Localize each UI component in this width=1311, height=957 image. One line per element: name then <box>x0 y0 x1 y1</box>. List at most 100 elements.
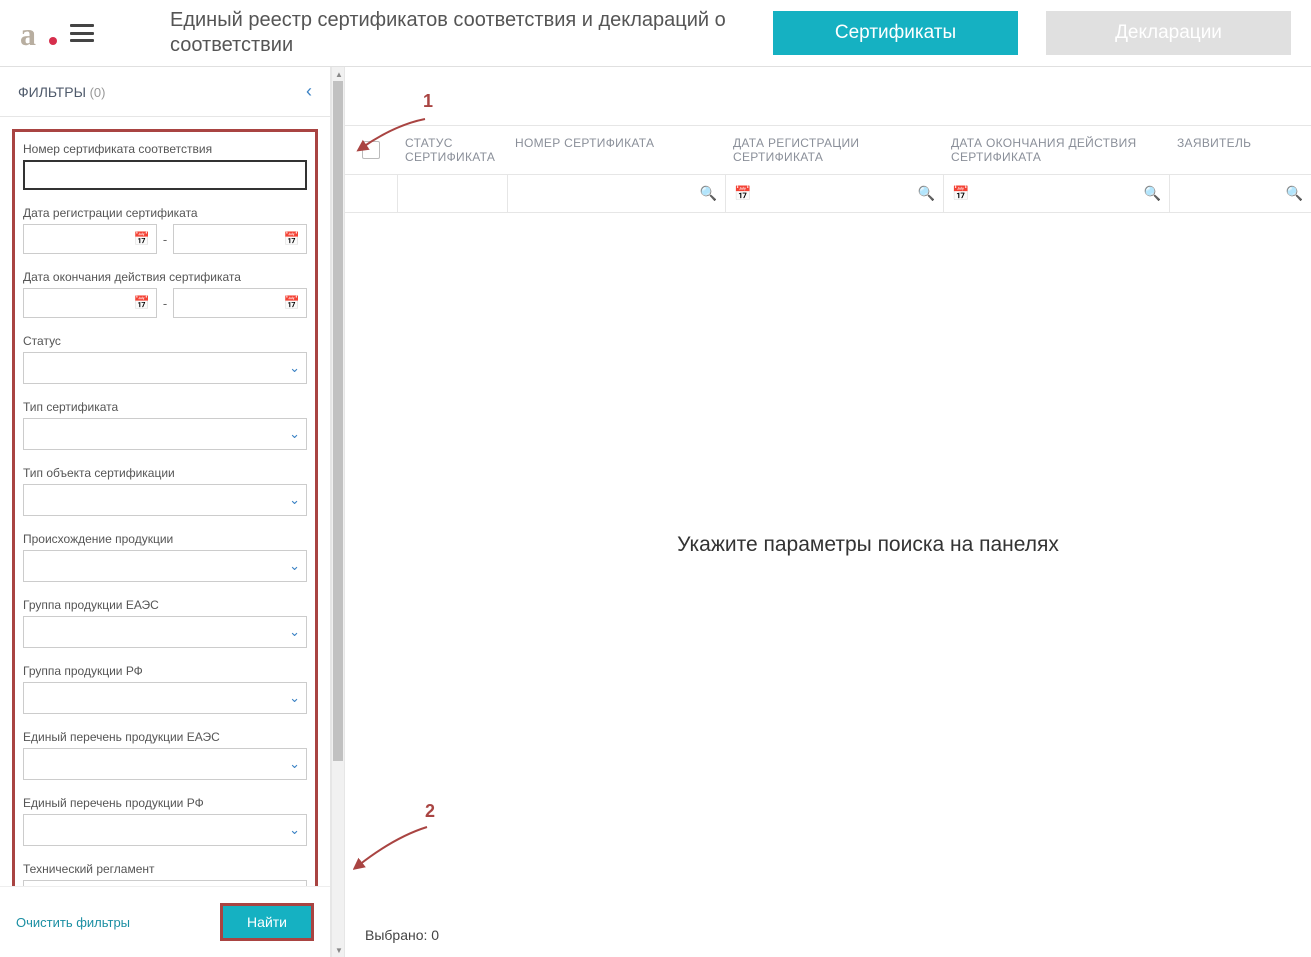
calendar-icon: 📅 <box>134 295 150 311</box>
scrollbar-thumb[interactable] <box>333 81 343 761</box>
selected-label: Выбрано: <box>365 927 427 943</box>
fcell-reg[interactable]: 📅🔍 <box>725 175 943 212</box>
filters-header: ФИЛЬТРЫ (0) ‹ <box>0 67 330 117</box>
label-list-rf: Единый перечень продукции РФ <box>23 796 307 810</box>
filter-list-eaes: Единый перечень продукции ЕАЭС ⌄ <box>23 730 307 780</box>
fcell-status[interactable] <box>397 175 507 212</box>
col-applicant: ЗАЯВИТЕЛЬ <box>1169 126 1311 174</box>
select-group-rf[interactable]: ⌄ <box>23 682 307 714</box>
filter-cert-type: Тип сертификата ⌄ <box>23 400 307 450</box>
fcell-applicant[interactable]: 🔍 <box>1169 175 1311 212</box>
col-status: СТАТУС СЕРТИФИКАТА <box>397 126 507 174</box>
header-tabs: Сертификаты Декларации <box>773 11 1291 55</box>
calendar-icon: 📅 <box>284 295 300 311</box>
input-end-date-to[interactable]: 📅 <box>173 288 307 318</box>
filter-tech-reg: Технический регламент ⌄ <box>23 862 307 886</box>
search-icon: 🔍 <box>1286 185 1303 202</box>
filter-cert-number: Номер сертификата соответствия <box>23 142 307 190</box>
table: СТАТУС СЕРТИФИКАТА НОМЕР СЕРТИФИКАТА ДАТ… <box>345 125 1311 213</box>
scroll-down-icon[interactable]: ▼ <box>332 943 346 957</box>
table-header: СТАТУС СЕРТИФИКАТА НОМЕР СЕРТИФИКАТА ДАТ… <box>345 126 1311 175</box>
calendar-icon: 📅 <box>284 231 300 247</box>
search-icon: 🔍 <box>918 185 935 202</box>
logo-area: a <box>20 16 130 51</box>
annotation-1: 1 <box>423 91 433 112</box>
selection-footer: Выбрано: 0 <box>345 913 1311 957</box>
filters-title: ФИЛЬТРЫ <box>18 84 86 100</box>
calendar-icon: 📅 <box>134 231 150 247</box>
label-origin: Происхождение продукции <box>23 532 307 546</box>
chevron-down-icon: ⌄ <box>289 756 300 772</box>
select-list-rf[interactable]: ⌄ <box>23 814 307 846</box>
label-group-rf: Группа продукции РФ <box>23 664 307 678</box>
input-cert-number[interactable] <box>23 160 307 190</box>
fcell-number[interactable]: 🔍 <box>507 175 725 212</box>
chevron-down-icon: ⌄ <box>289 558 300 574</box>
chevron-down-icon: ⌄ <box>289 822 300 838</box>
filters-body: Номер сертификата соответствия Дата реги… <box>0 117 330 886</box>
label-status: Статус <box>23 334 307 348</box>
filter-reg-date: Дата регистрации сертификата 📅 - 📅 <box>23 206 307 254</box>
input-reg-date-to[interactable]: 📅 <box>173 224 307 254</box>
input-reg-date-from[interactable]: 📅 <box>23 224 157 254</box>
search-icon: 🔍 <box>700 185 717 202</box>
find-button[interactable]: Найти <box>220 903 314 941</box>
label-cert-type: Тип сертификата <box>23 400 307 414</box>
annotation-2: 2 <box>425 801 435 822</box>
col-reg-date: ДАТА РЕГИСТРАЦИИ СЕРТИФИКАТА <box>725 126 943 174</box>
col-checkbox <box>345 126 397 174</box>
fcell-check <box>345 175 397 212</box>
label-end-date: Дата окончания действия сертификата <box>23 270 307 284</box>
tab-certificates[interactable]: Сертификаты <box>773 11 1018 55</box>
logo-icon: a <box>20 16 55 51</box>
select-group-eaes[interactable]: ⌄ <box>23 616 307 648</box>
filter-end-date: Дата окончания действия сертификата 📅 - … <box>23 270 307 318</box>
select-tech-reg[interactable]: ⌄ <box>23 880 307 886</box>
label-tech-reg: Технический регламент <box>23 862 307 876</box>
filter-group-eaes: Группа продукции ЕАЭС ⌄ <box>23 598 307 648</box>
calendar-icon: 📅 <box>952 185 969 202</box>
col-end-date: ДАТА ОКОНЧАНИЯ ДЕЙСТВИЯ СЕРТИФИКАТА <box>943 126 1169 174</box>
select-status[interactable]: ⌄ <box>23 352 307 384</box>
hamburger-menu-icon[interactable] <box>70 24 94 42</box>
chevron-down-icon: ⌄ <box>289 492 300 508</box>
clear-filters-link[interactable]: Очистить фильтры <box>16 915 130 930</box>
table-filter-row: 🔍 📅🔍 📅🔍 🔍 <box>345 175 1311 213</box>
filters-sidebar: ФИЛЬТРЫ (0) ‹ Номер сертификата соответс… <box>0 67 331 957</box>
label-reg-date: Дата регистрации сертификата <box>23 206 307 220</box>
select-origin[interactable]: ⌄ <box>23 550 307 582</box>
label-group-eaes: Группа продукции ЕАЭС <box>23 598 307 612</box>
scroll-up-icon[interactable]: ▲ <box>332 67 346 81</box>
filters-annotation-box: Номер сертификата соответствия Дата реги… <box>12 129 318 886</box>
filter-obj-type: Тип объекта сертификации ⌄ <box>23 466 307 516</box>
select-cert-type[interactable]: ⌄ <box>23 418 307 450</box>
page-title: Единый реестр сертификатов соответствия … <box>170 8 773 58</box>
sidebar-scrollbar[interactable]: ▲ ▼ <box>331 67 345 957</box>
select-list-eaes[interactable]: ⌄ <box>23 748 307 780</box>
filter-origin: Происхождение продукции ⌄ <box>23 532 307 582</box>
chevron-down-icon: ⌄ <box>289 624 300 640</box>
filters-footer: Очистить фильтры Найти <box>0 886 330 957</box>
label-cert-number: Номер сертификата соответствия <box>23 142 307 156</box>
date-sep: - <box>163 296 167 311</box>
body: ФИЛЬТРЫ (0) ‹ Номер сертификата соответс… <box>0 67 1311 957</box>
chevron-down-icon: ⌄ <box>289 360 300 376</box>
select-all-checkbox[interactable] <box>362 141 380 159</box>
input-end-date-from[interactable]: 📅 <box>23 288 157 318</box>
select-obj-type[interactable]: ⌄ <box>23 484 307 516</box>
arrow-2-icon <box>353 817 431 875</box>
collapse-icon[interactable]: ‹ <box>306 81 312 102</box>
calendar-icon: 📅 <box>734 185 751 202</box>
label-list-eaes: Единый перечень продукции ЕАЭС <box>23 730 307 744</box>
header: a Единый реестр сертификатов соответстви… <box>0 0 1311 67</box>
empty-message: Укажите параметры поиска на панелях <box>345 533 1311 557</box>
selected-count: 0 <box>431 927 439 943</box>
filter-group-rf: Группа продукции РФ ⌄ <box>23 664 307 714</box>
tab-declarations[interactable]: Декларации <box>1046 11 1291 55</box>
filters-count: (0) <box>90 85 106 100</box>
chevron-down-icon: ⌄ <box>289 690 300 706</box>
fcell-end[interactable]: 📅🔍 <box>943 175 1169 212</box>
label-obj-type: Тип объекта сертификации <box>23 466 307 480</box>
main-area: 1 2 СТАТУС СЕРТИФИКАТА НОМЕР СЕРТИФИКАТА… <box>345 67 1311 957</box>
filter-status: Статус ⌄ <box>23 334 307 384</box>
